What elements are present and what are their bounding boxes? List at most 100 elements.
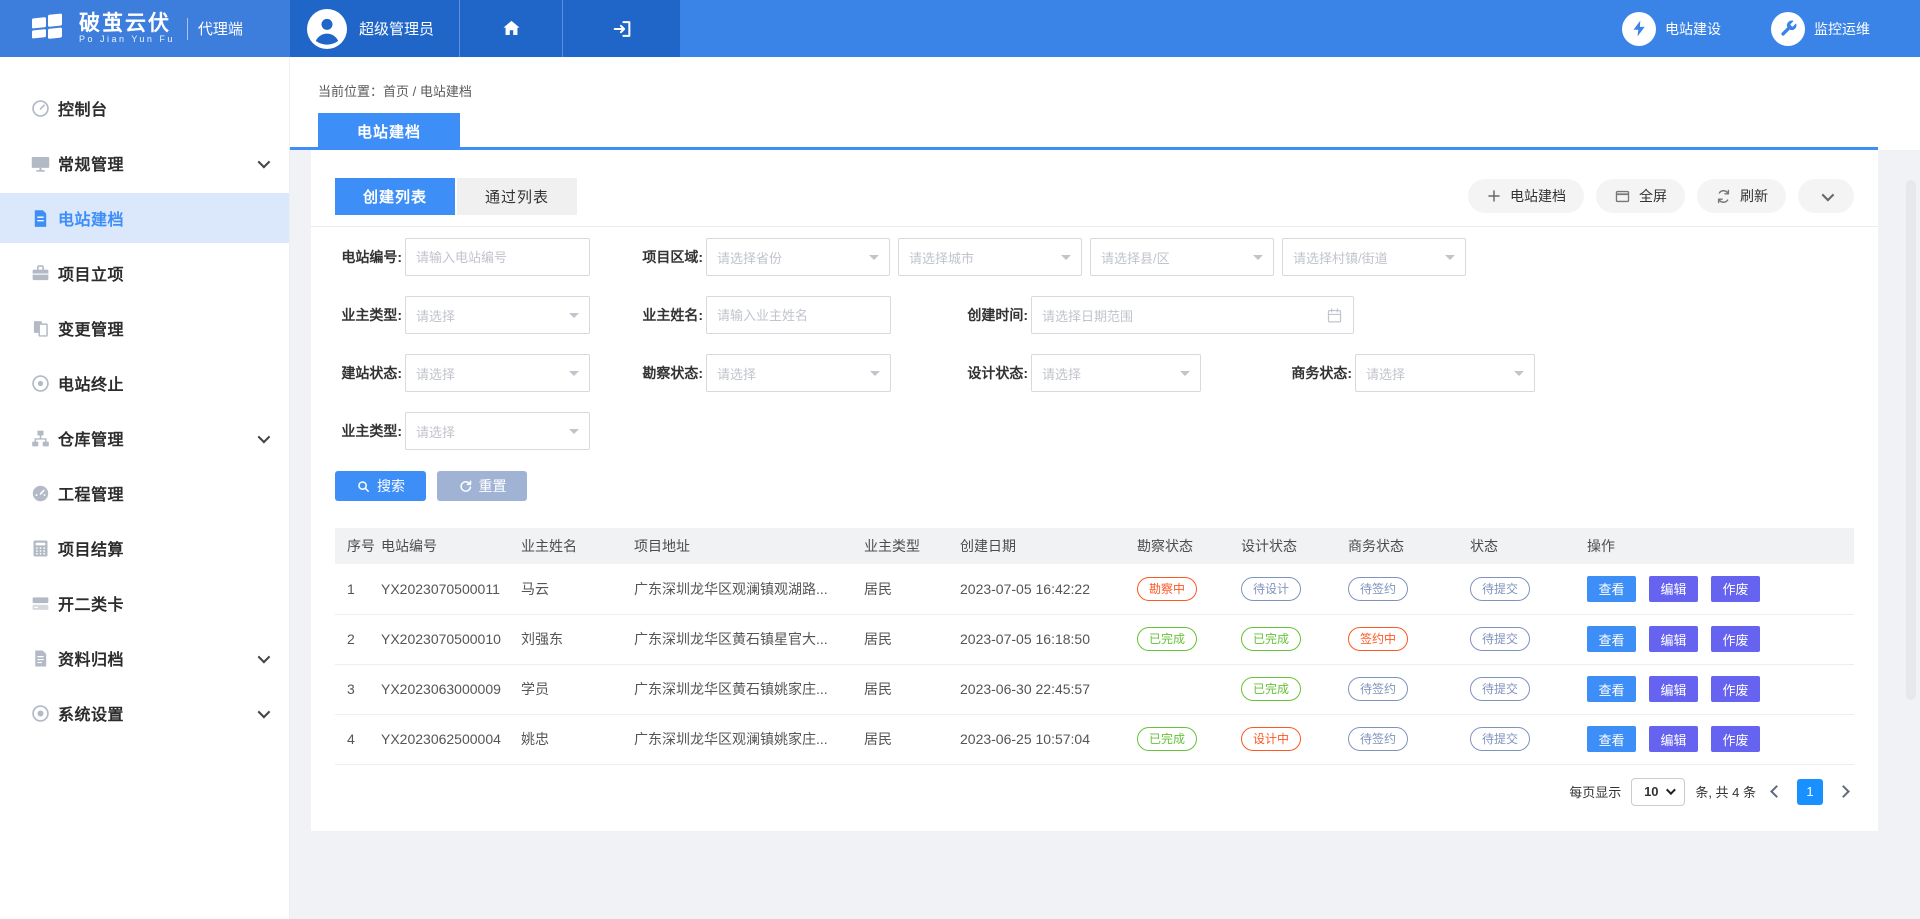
sidebar-item-document-archive[interactable]: 资料归档 (0, 633, 289, 683)
view-button[interactable]: 查看 (1587, 626, 1636, 652)
station-code-input[interactable] (405, 238, 590, 276)
column-header: 序号 (335, 528, 381, 564)
cell-created: 2023-06-25 10:57:04 (960, 714, 1137, 764)
cell-address: 广东深圳龙华区观澜镇观湖路... (634, 564, 864, 614)
search-button[interactable]: 搜索 (335, 471, 426, 501)
city-select[interactable]: 请选择城市 (898, 238, 1082, 276)
view-button[interactable]: 查看 (1587, 726, 1636, 752)
sidebar-item-station-termination[interactable]: 电站终止 (0, 358, 289, 408)
column-header: 项目地址 (634, 528, 864, 564)
main-content: 当前位置：首页 / 电站建档 电站建档 创建列表 通过列表 电站建档 (290, 57, 1920, 919)
edit-button[interactable]: 编辑 (1649, 726, 1698, 752)
owner-type-select[interactable]: 请选择 (405, 296, 590, 334)
nav-station-build[interactable]: 电站建设 (1622, 12, 1721, 46)
table-row: 2 YX2023070500010 刘强东 广东深圳龙华区黄石镇星官大... 居… (335, 614, 1854, 664)
page-tab-station-filing[interactable]: 电站建档 (318, 113, 460, 150)
void-button[interactable]: 作废 (1711, 576, 1760, 602)
next-page-button[interactable] (1837, 785, 1850, 798)
home-icon (500, 17, 523, 40)
sidebar-item-general-mgmt[interactable]: 常规管理 (0, 138, 289, 188)
fullscreen-button[interactable]: 全屏 (1596, 179, 1685, 213)
breadcrumb-label: 当前位置： (318, 84, 383, 99)
sidebar-item-engineering-mgmt[interactable]: 工程管理 (0, 468, 289, 518)
logo-section: 破茧云伏 Po Jian Yun Fu 代理端 (0, 0, 290, 57)
column-header: 设计状态 (1241, 528, 1348, 564)
select-placeholder: 请选择省份 (717, 248, 782, 267)
create-station-button[interactable]: 电站建档 (1468, 179, 1584, 213)
reset-button[interactable]: 重置 (437, 471, 527, 501)
owner-name-input[interactable] (706, 296, 891, 334)
select-placeholder: 请选择 (416, 422, 455, 441)
page-number-1[interactable]: 1 (1797, 779, 1823, 805)
top-strip: 当前位置：首页 / 电站建档 电站建档 (290, 57, 1920, 150)
filter-label: 电站编号: (335, 247, 402, 267)
edit-button[interactable]: 编辑 (1649, 676, 1698, 702)
sidebar-item-station-filing[interactable]: 电站建档 (0, 193, 289, 243)
business-status-select[interactable]: 请选择 (1355, 354, 1535, 392)
status-badge: 待设计 (1241, 577, 1301, 601)
edit-button[interactable]: 编辑 (1649, 626, 1698, 652)
sidebar-item-system-settings[interactable]: 系统设置 (0, 688, 289, 738)
home-button[interactable] (460, 0, 562, 57)
cell-owner-type: 居民 (864, 564, 960, 614)
chevron-down-icon (1821, 188, 1834, 201)
settings-icon (30, 703, 51, 724)
scrollbar-thumb[interactable] (1906, 180, 1916, 700)
refresh-button[interactable]: 刷新 (1697, 179, 1786, 213)
view-button[interactable]: 查看 (1587, 676, 1636, 702)
survey-status-select[interactable]: 请选择 (706, 354, 891, 392)
owner-type-select-2[interactable]: 请选择 (405, 412, 590, 450)
cell-no: 3 (335, 664, 381, 714)
cell-station-code: YX2023062500004 (381, 714, 521, 764)
county-select[interactable]: 请选择县/区 (1090, 238, 1274, 276)
button-label: 全屏 (1639, 186, 1667, 206)
logo-subtitle: Po Jian Yun Fu (79, 35, 175, 45)
sidebar-item-project-initiation[interactable]: 项目立项 (0, 248, 289, 298)
fullscreen-icon (1614, 188, 1631, 205)
user-block[interactable]: 超级管理员 (290, 9, 459, 49)
cell-station-code: YX2023070500011 (381, 564, 521, 614)
sidebar-item-type2-card[interactable]: 开二类卡 (0, 578, 289, 628)
cell-created: 2023-07-05 16:18:50 (960, 614, 1137, 664)
filter-label: 业主类型: (335, 421, 402, 441)
sidebar-item-change-mgmt[interactable]: 变更管理 (0, 303, 289, 353)
void-button[interactable]: 作废 (1711, 626, 1760, 652)
per-page-select[interactable]: 10 (1631, 778, 1685, 806)
province-select[interactable]: 请选择省份 (706, 238, 890, 276)
row-actions: 查看 编辑 作废 (1587, 726, 1848, 752)
tab-passed-list[interactable]: 通过列表 (457, 178, 577, 215)
list-toolbar: 创建列表 通过列表 电站建档 全屏 (335, 178, 1854, 215)
briefcase-icon (30, 263, 51, 284)
sidebar-item-project-settlement[interactable]: 项目结算 (0, 523, 289, 573)
void-button[interactable]: 作废 (1711, 676, 1760, 702)
logout-button[interactable] (563, 0, 680, 57)
filter-label: 业主姓名: (638, 305, 703, 325)
cell-owner-name: 刘强东 (521, 614, 634, 664)
status-badge: 待签约 (1348, 727, 1408, 751)
date-range-input[interactable]: 请选择日期范围 (1031, 296, 1354, 334)
sidebar-item-label: 电站终止 (58, 371, 124, 395)
sidebar-item-warehouse-mgmt[interactable]: 仓库管理 (0, 413, 289, 463)
cell-owner-type: 居民 (864, 664, 960, 714)
nav-monitor-ops[interactable]: 监控运维 (1771, 12, 1870, 46)
column-header: 业主类型 (864, 528, 960, 564)
table-header-row: 序号 电站编号 业主姓名 项目地址 业主类型 创建日期 勘察状态 设计状态 商务… (335, 528, 1854, 564)
sidebar-item-console[interactable]: 控制台 (0, 83, 289, 133)
station-table: 序号 电站编号 业主姓名 项目地址 业主类型 创建日期 勘察状态 设计状态 商务… (335, 528, 1854, 765)
town-select[interactable]: 请选择村镇/街道 (1282, 238, 1466, 276)
edit-button[interactable]: 编辑 (1649, 576, 1698, 602)
collapse-toolbar-button[interactable] (1798, 179, 1854, 213)
select-placeholder: 请选择 (1366, 364, 1405, 383)
view-button[interactable]: 查看 (1587, 576, 1636, 602)
design-status-select[interactable]: 请选择 (1031, 354, 1201, 392)
sidebar: 控制台 常规管理 电站建档 (0, 57, 290, 919)
sidebar-item-label: 项目结算 (58, 536, 124, 560)
build-status-select[interactable]: 请选择 (405, 354, 590, 392)
tab-create-list[interactable]: 创建列表 (335, 178, 455, 215)
filter-label: 业主类型: (335, 305, 402, 325)
cell-owner-name: 马云 (521, 564, 634, 614)
filter-row: 建站状态: 请选择 勘察状态: 请选择 设计状态: 请选择 商务状态: 请选择 (335, 354, 1854, 392)
prev-page-button[interactable] (1770, 785, 1783, 798)
void-button[interactable]: 作废 (1711, 726, 1760, 752)
filter-label: 创建时间: (957, 305, 1028, 325)
